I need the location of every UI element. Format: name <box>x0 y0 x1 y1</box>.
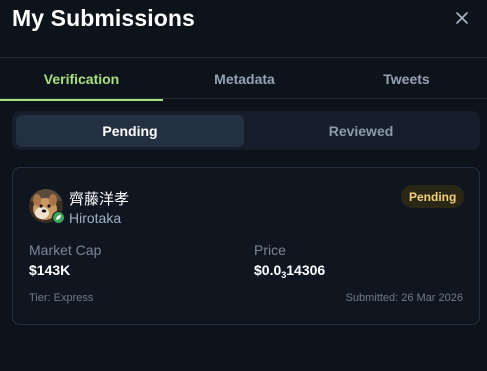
status-badge: Pending <box>401 185 465 208</box>
close-icon <box>456 12 468 24</box>
tier-text: Tier: Express <box>29 292 94 304</box>
header: My Submissions <box>0 0 487 40</box>
verified-badge <box>52 211 65 224</box>
tab-tweets[interactable]: Tweets <box>326 58 487 99</box>
price-label: Price <box>254 242 286 258</box>
market-cap-label: Market Cap <box>29 242 102 258</box>
page-title: My Submissions <box>12 5 195 31</box>
price-prefix: $0.0 <box>254 262 282 278</box>
tab-metadata[interactable]: Metadata <box>163 58 326 99</box>
status-filter: Pending Reviewed <box>12 111 480 150</box>
submission-card[interactable]: 齊藤洋孝 Hirotaka Pending Market Cap $143K P… <box>12 167 480 325</box>
tab-verification[interactable]: Verification <box>0 58 163 101</box>
submitted-date: Submitted: 26 Mar 2026 <box>345 292 463 304</box>
price-digits: 14306 <box>286 262 326 278</box>
leaf-icon <box>53 212 64 223</box>
submissions-panel: My Submissions Verification Metadata Twe… <box>0 0 487 371</box>
filter-pending-button[interactable]: Pending <box>16 115 244 147</box>
token-name: 齊藤洋孝 <box>69 190 130 208</box>
price-value: $0.0314306 <box>254 262 325 280</box>
token-handle[interactable]: Hirotaka <box>69 210 121 226</box>
avatar <box>29 189 65 224</box>
close-button[interactable] <box>452 8 472 28</box>
tab-bar: Verification Metadata Tweets <box>0 57 487 101</box>
market-cap-value: $143K <box>29 262 71 278</box>
filter-reviewed-button[interactable]: Reviewed <box>247 115 475 147</box>
